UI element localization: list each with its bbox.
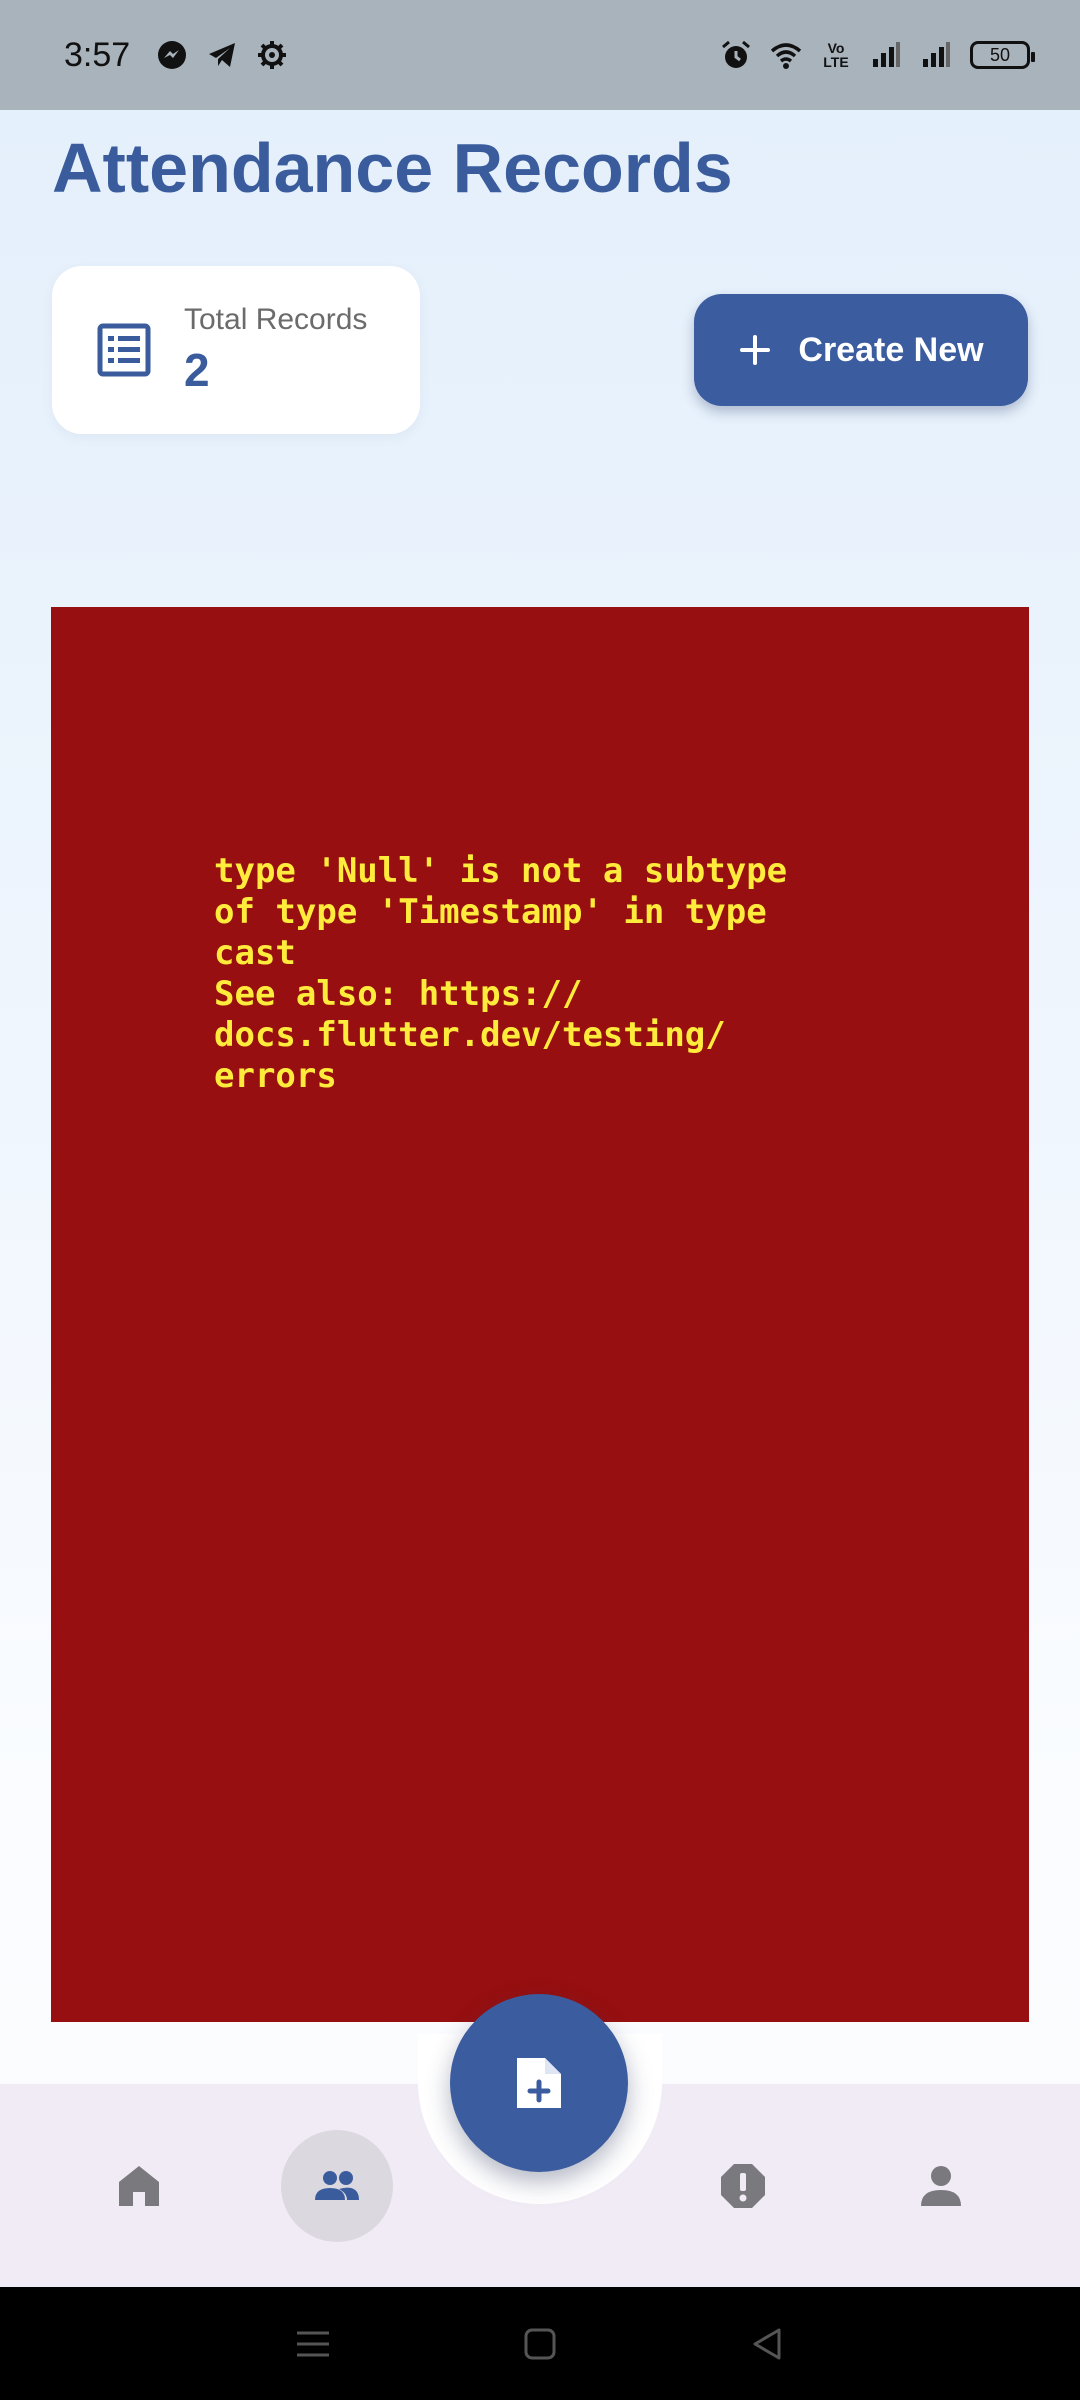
signal-icon	[870, 39, 902, 71]
add-record-fab[interactable]	[450, 1994, 628, 2172]
alarm-icon	[720, 39, 752, 71]
page-title: Attendance Records	[52, 129, 733, 207]
telegram-icon	[206, 39, 238, 71]
nav-item-profile[interactable]	[885, 2130, 997, 2242]
back-icon[interactable]	[747, 2324, 787, 2364]
home-square-icon[interactable]	[520, 2324, 560, 2364]
status-right: Vo LTE 50	[720, 39, 1035, 71]
nav-item-report[interactable]	[687, 2130, 799, 2242]
list-document-icon	[96, 322, 152, 378]
battery-indicator: 50	[970, 41, 1035, 69]
create-new-button[interactable]: Create New	[694, 294, 1028, 406]
messenger-icon	[156, 39, 188, 71]
plus-icon	[740, 335, 771, 365]
total-records-text: Total Records 2	[184, 303, 367, 397]
volte-bottom-label: LTE	[823, 54, 849, 70]
error-message: type 'Null' is not a subtype of type 'Ti…	[214, 851, 788, 1096]
total-records-card: Total Records 2	[52, 266, 420, 434]
signal-icon	[920, 39, 952, 71]
add-document-icon	[517, 2058, 561, 2108]
menu-icon[interactable]	[293, 2324, 333, 2364]
settings-gear-icon	[256, 39, 288, 71]
status-bar: 3:57 Vo LTE 50	[0, 0, 1080, 110]
volte-icon: Vo LTE	[820, 39, 852, 71]
status-time: 3:57	[64, 35, 131, 74]
person-icon	[921, 2166, 961, 2206]
nav-item-people[interactable]	[281, 2130, 393, 2242]
status-left: 3:57	[64, 36, 288, 75]
report-icon	[721, 2164, 765, 2208]
create-new-label: Create New	[798, 330, 984, 369]
total-records-label: Total Records	[184, 303, 368, 336]
system-nav-bar	[0, 2287, 1080, 2400]
home-icon	[119, 2166, 159, 2206]
people-icon	[315, 2171, 359, 2200]
total-records-value: 2	[184, 344, 210, 396]
error-panel: type 'Null' is not a subtype of type 'Ti…	[51, 607, 1029, 2022]
nav-item-home[interactable]	[83, 2130, 195, 2242]
wifi-icon	[770, 39, 802, 71]
